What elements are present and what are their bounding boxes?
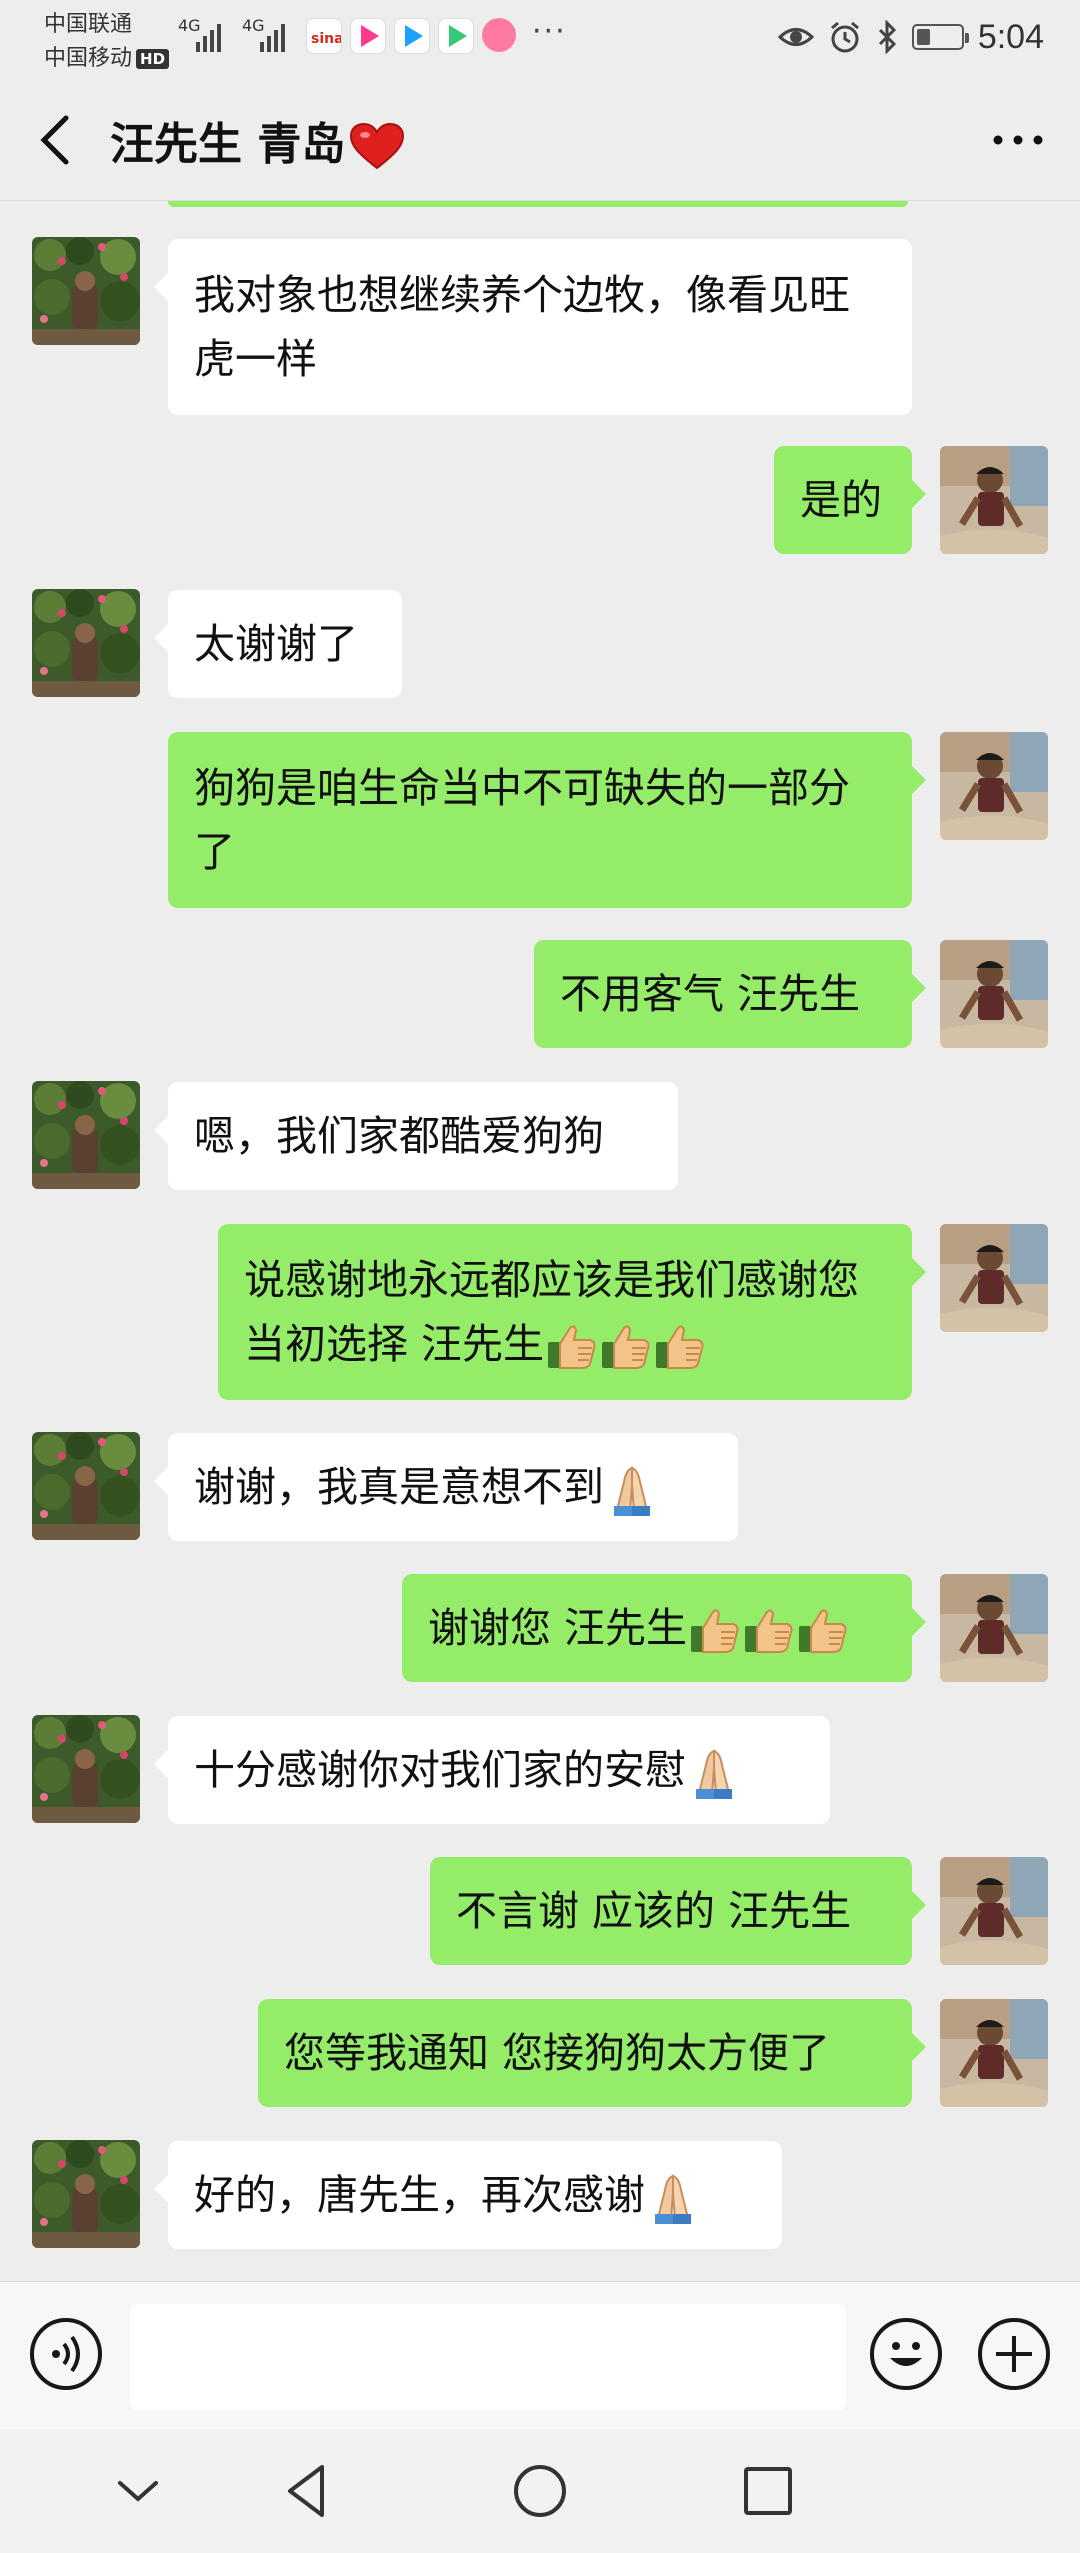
contact-avatar[interactable] xyxy=(32,2140,140,2248)
signal-icon xyxy=(260,24,285,52)
message-text: 不用客气 汪先生 xyxy=(560,970,861,1018)
message-text: 十分感谢你对我们家的安慰 xyxy=(194,1746,686,1794)
eye-icon xyxy=(777,28,814,46)
message-text: 不言谢 应该的 汪先生 xyxy=(456,1887,852,1935)
more-notifications-icon: ··· xyxy=(532,14,567,49)
carrier-name-2: 中国移动 HD xyxy=(44,40,170,72)
message-text-with-emoji: 谢谢您 汪先生 xyxy=(428,1596,849,1660)
my-avatar[interactable] xyxy=(940,1574,1048,1682)
message-text: 嗯，我们家都酷爱狗狗 xyxy=(194,1112,604,1160)
input-bar xyxy=(0,2281,1080,2430)
emoji-button[interactable] xyxy=(870,2318,942,2390)
folded-hands-emoji-icon xyxy=(686,1745,742,1801)
message-bubble-outgoing[interactable]: 说感谢地永远都应该是我们感谢您当初选择 汪先生 xyxy=(218,1224,926,1400)
thumbs-up-emoji-icon xyxy=(544,1322,598,1372)
my-avatar[interactable] xyxy=(940,446,1048,554)
message-list[interactable]: 我对象也想继续养个边牧，像看见旺虎一样 是的 太谢谢了 狗狗是咱生命当中不可缺失… xyxy=(0,201,1080,2281)
voice-button[interactable] xyxy=(30,2318,102,2390)
message-bubble-outgoing[interactable]: 不言谢 应该的 汪先生 xyxy=(430,1857,926,1965)
carrier-2-label: 中国移动 xyxy=(44,46,133,71)
thumbs-up-emoji-icon xyxy=(687,1606,741,1656)
youku-icon xyxy=(350,18,386,54)
signal-icon xyxy=(196,24,221,52)
pink-app-icon xyxy=(482,18,516,52)
back-button[interactable] xyxy=(30,110,86,170)
hd-badge: HD xyxy=(136,49,170,69)
more-dots-icon xyxy=(993,135,1043,145)
back-triangle-icon[interactable] xyxy=(276,2459,340,2523)
carrier-name-1: 中国联通 xyxy=(44,12,133,37)
system-navigation-bar xyxy=(0,2429,1080,2553)
message-bubble-incoming[interactable]: 谢谢，我真是意想不到 xyxy=(154,1433,738,1541)
more-options-button[interactable] xyxy=(988,120,1048,160)
svg-text:sina: sina xyxy=(311,31,341,47)
message-text: 太谢谢了 xyxy=(194,620,358,668)
youku-icon xyxy=(394,18,430,54)
message-text: 我对象也想继续养个边牧，像看见旺虎一样 xyxy=(194,271,850,383)
folded-hands-emoji-icon xyxy=(645,2170,701,2226)
my-avatar[interactable] xyxy=(940,1999,1048,2107)
contact-avatar[interactable] xyxy=(32,1432,140,1540)
message-text-with-emoji: 好的，唐先生，再次感谢 xyxy=(194,2163,701,2227)
message-bubble-incoming[interactable]: 我对象也想继续养个边牧，像看见旺虎一样 xyxy=(154,239,912,415)
my-avatar[interactable] xyxy=(940,1857,1048,1965)
message-text: 谢谢，我真是意想不到 xyxy=(194,1463,604,1511)
contact-avatar[interactable] xyxy=(32,1715,140,1823)
chevron-down-icon[interactable] xyxy=(106,2459,170,2523)
message-text-with-emoji: 谢谢，我真是意想不到 xyxy=(194,1455,660,1519)
message-bubble-outgoing[interactable]: 是的 xyxy=(774,446,926,554)
red-heart-icon xyxy=(350,122,405,170)
message-bubble-incoming[interactable]: 好的，唐先生，再次感谢 xyxy=(154,2141,782,2249)
message-bubble-incoming[interactable]: 十分感谢你对我们家的安慰 xyxy=(154,1716,830,1824)
contact-avatar[interactable] xyxy=(32,1081,140,1189)
my-avatar[interactable] xyxy=(940,732,1048,840)
status-bar: 中国联通 中国移动 HD 4G 4G sina ··· 5:04 xyxy=(0,0,1080,80)
video-play-icon xyxy=(438,18,474,54)
contact-avatar[interactable] xyxy=(32,589,140,697)
message-text: 谢谢您 汪先生 xyxy=(428,1604,688,1652)
message-bubble-outgoing[interactable]: 您等我通知 您接狗狗太方便了 xyxy=(258,1999,926,2107)
status-right-group: 5:04 xyxy=(777,12,1044,62)
voice-icon xyxy=(52,2335,80,2373)
chat-title: 汪先生 青岛 xyxy=(110,108,405,172)
clock: 5:04 xyxy=(977,17,1044,56)
more-functions-button[interactable] xyxy=(978,2318,1050,2390)
message-text-with-emoji: 十分感谢你对我们家的安慰 xyxy=(194,1738,742,1802)
thumbs-up-emoji-icon xyxy=(741,1606,795,1656)
thumbs-up-emoji-icon xyxy=(652,1322,706,1372)
message-bubble-outgoing[interactable]: 谢谢您 汪先生 xyxy=(402,1574,926,1682)
my-avatar[interactable] xyxy=(940,940,1048,1048)
message-text: 狗狗是咱生命当中不可缺失的一部分了 xyxy=(194,764,850,876)
plus-icon xyxy=(996,2336,1032,2372)
chat-title-text: 汪先生 青岛 xyxy=(110,119,346,170)
message-bubble-incoming[interactable]: 嗯，我们家都酷爱狗狗 xyxy=(154,1082,678,1190)
battery-level xyxy=(916,29,930,45)
alarm-icon xyxy=(830,21,859,53)
thumbs-up-emoji-icon xyxy=(795,1606,849,1656)
recents-square-icon[interactable] xyxy=(736,2459,800,2523)
message-text: 是的 xyxy=(800,476,882,524)
my-avatar[interactable] xyxy=(940,1224,1048,1332)
message-bubble-outgoing[interactable]: 狗狗是咱生命当中不可缺失的一部分了 xyxy=(168,732,926,908)
chevron-left-icon xyxy=(40,115,69,165)
contact-avatar[interactable] xyxy=(32,237,140,345)
message-text-with-emoji: 说感谢地永远都应该是我们感谢您当初选择 汪先生 xyxy=(244,1248,886,1376)
chat-header: 汪先生 青岛 xyxy=(0,80,1080,201)
message-text: 您等我通知 您接狗狗太方便了 xyxy=(284,2029,831,2077)
emoji-icon xyxy=(890,2342,922,2366)
message-input[interactable] xyxy=(130,2304,846,2410)
message-bubble-outgoing[interactable]: 不用客气 汪先生 xyxy=(534,940,926,1048)
sina-weibo-icon: sina xyxy=(306,18,344,54)
bluetooth-icon xyxy=(878,20,896,54)
battery-icon xyxy=(911,24,969,50)
home-circle-icon[interactable] xyxy=(508,2459,572,2523)
message-text: 好的，唐先生，再次感谢 xyxy=(194,2171,645,2219)
thumbs-up-emoji-icon xyxy=(598,1322,652,1372)
message-bubble-incoming[interactable]: 太谢谢了 xyxy=(154,590,402,698)
folded-hands-emoji-icon xyxy=(604,1462,660,1518)
previous-message-edge xyxy=(168,201,908,207)
